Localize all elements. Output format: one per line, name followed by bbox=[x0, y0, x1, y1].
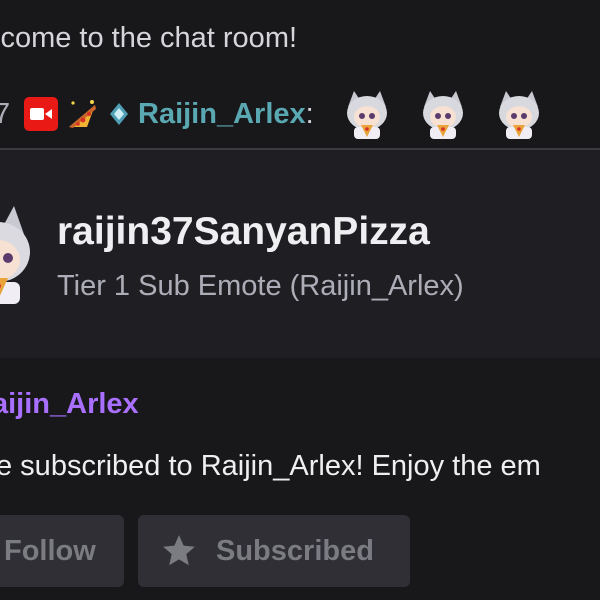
chat-messages: lcome to the chat room! 7 Raijin_Arlex: bbox=[0, 0, 600, 148]
follow-button[interactable]: Follow bbox=[0, 515, 124, 587]
subscribed-button-label: Subscribed bbox=[216, 534, 374, 567]
video-camera-icon[interactable] bbox=[24, 97, 58, 131]
chat-username[interactable]: Raijin_Arlex bbox=[138, 98, 306, 131]
emote-tier-label: Tier 1 Sub Emote (Raijin_Arlex) bbox=[57, 270, 464, 302]
follow-button-label: Follow bbox=[4, 534, 96, 567]
emote-preview-image bbox=[0, 206, 30, 304]
emote-name: raijin37SanyanPizza bbox=[57, 210, 430, 253]
emote-card-header: raijin37SanyanPizza Tier 1 Sub Emote (Ra… bbox=[0, 148, 600, 360]
emote-card-body: aijin_Arlex e subscribed to Raijin_Arlex… bbox=[0, 358, 600, 600]
message-timestamp: 7 bbox=[0, 97, 11, 130]
subscription-message: e subscribed to Raijin_Arlex! Enjoy the … bbox=[0, 450, 541, 482]
diamond-icon[interactable] bbox=[108, 100, 130, 128]
channel-name-link[interactable]: aijin_Arlex bbox=[0, 388, 139, 421]
chat-screen: lcome to the chat room! 7 Raijin_Arlex:… bbox=[0, 0, 600, 600]
sanyan-pizza-emote[interactable] bbox=[340, 87, 394, 141]
sanyan-pizza-emote[interactable] bbox=[492, 87, 546, 141]
message-separator: : bbox=[305, 97, 314, 130]
pizza-icon[interactable] bbox=[64, 96, 100, 132]
subscribed-button[interactable]: Subscribed bbox=[138, 515, 410, 587]
sanyan-pizza-emote[interactable] bbox=[416, 87, 470, 141]
chat-message: 7 Raijin_Arlex: bbox=[0, 84, 600, 144]
welcome-message: lcome to the chat room! bbox=[0, 22, 298, 54]
star-icon bbox=[160, 532, 198, 570]
